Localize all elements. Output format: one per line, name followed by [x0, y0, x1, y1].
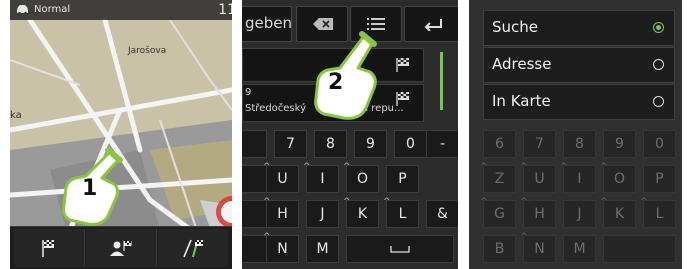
key[interactable]: ^ U — [263, 163, 299, 193]
key[interactable]: P — [386, 165, 419, 193]
key[interactable]: ^ K — [343, 198, 379, 228]
key: P — [643, 165, 676, 193]
back-arrow-icon — [424, 19, 442, 31]
key: ^ G — [480, 198, 516, 228]
menu-item-in-karte[interactable]: In Karte — [483, 84, 675, 120]
menu-item-suche[interactable]: Suche — [483, 10, 675, 46]
status-bar: Normal 11 — [10, 0, 232, 20]
key: ^ I — [560, 163, 596, 193]
key[interactable]: ^ L — [383, 198, 419, 228]
key[interactable]: ^ H — [263, 198, 299, 228]
input-text-field[interactable]: geben — [242, 6, 292, 42]
key: B — [483, 235, 516, 263]
clock-label: 11 — [218, 2, 232, 18]
key[interactable]: M — [306, 235, 339, 263]
result-row-2-number: 9 — [245, 87, 252, 98]
callout-number-2: 2 — [328, 70, 344, 95]
checkered-flag-icon — [42, 240, 54, 257]
route-button[interactable] — [158, 229, 228, 267]
space-key[interactable] — [346, 235, 454, 263]
key: 7 — [523, 130, 556, 158]
space-key — [603, 235, 676, 263]
hand-pointer-callout-2 — [314, 31, 377, 120]
map-edge-label: ka — [10, 110, 22, 121]
key[interactable]: 9 — [354, 130, 387, 158]
backspace-icon — [313, 18, 333, 30]
key: 6 — [483, 130, 516, 158]
destination-button[interactable] — [14, 229, 85, 267]
key[interactable]: ^ I — [303, 163, 339, 193]
route-mode-label: Normal — [34, 4, 71, 15]
key: ^ K — [600, 198, 636, 228]
key[interactable]: 0 — [394, 130, 427, 158]
map-town-label: Jarošova — [128, 46, 167, 56]
callout-number-1: 1 — [82, 176, 98, 201]
route-flag-icon — [183, 239, 203, 258]
key: J — [563, 200, 596, 228]
key: ^ Z — [480, 163, 516, 193]
car-icon — [17, 5, 28, 14]
destination-input-screen: geben 9 Středočeský eská repu... 7 8 9 0… — [242, 0, 458, 269]
contacts-destination-button[interactable] — [86, 229, 157, 267]
key: M — [563, 235, 596, 263]
key[interactable]: 7 — [274, 130, 307, 158]
list-icon — [367, 18, 385, 30]
key: 0 — [643, 130, 676, 158]
key[interactable]: ^ O — [343, 163, 379, 193]
key[interactable]: - — [426, 130, 458, 158]
key[interactable]: J — [306, 200, 339, 228]
input-text: geben — [245, 14, 293, 32]
key: ^ O — [600, 163, 636, 193]
map-bottom-toolbar — [10, 226, 232, 269]
person-flag-icon — [110, 241, 132, 256]
space-icon — [390, 246, 410, 253]
scrollbar[interactable] — [440, 52, 443, 110]
result-row-2-region: Středočeský — [245, 103, 306, 114]
menu-item-adresse[interactable]: Adresse — [483, 47, 675, 83]
key: ^ N — [520, 233, 556, 263]
hand-pointer-callout-1 — [62, 148, 123, 226]
map-screen: Jarošova ka Normal 11 1 — [10, 0, 232, 269]
checkered-flag-icon — [396, 58, 409, 72]
key: 8 — [563, 130, 596, 158]
radio-selected-icon — [653, 22, 664, 33]
radio-icon — [653, 59, 664, 70]
key: ^ L — [640, 198, 676, 228]
key[interactable]: & — [426, 200, 458, 228]
radio-icon — [653, 96, 664, 107]
key[interactable]: ^ N — [263, 233, 299, 263]
input-mode-menu-screen: Suche Adresse In Karte 6 7 8 9 0 ^ Z ^ U ^… — [469, 0, 682, 269]
key[interactable] — [242, 130, 267, 158]
checkered-flag-icon — [396, 92, 409, 106]
key: ^ U — [520, 163, 556, 193]
key[interactable]: 8 — [314, 130, 347, 158]
key: ^ H — [520, 198, 556, 228]
back-button[interactable] — [404, 6, 458, 42]
key: 9 — [603, 130, 636, 158]
